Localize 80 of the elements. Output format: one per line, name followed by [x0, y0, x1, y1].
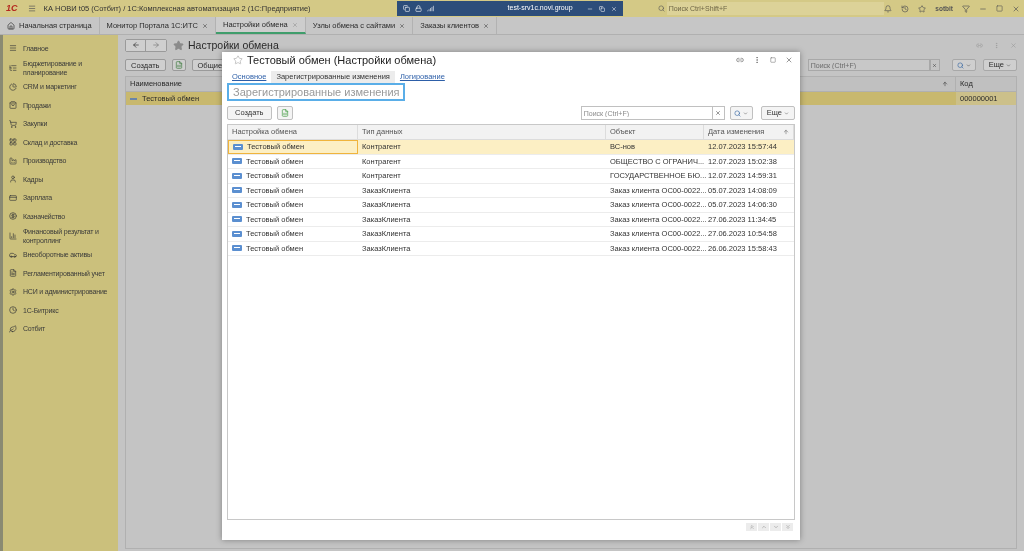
clear-button[interactable] [929, 59, 940, 71]
star-icon[interactable] [173, 39, 184, 51]
clock-icon [9, 306, 17, 315]
close-icon[interactable] [399, 22, 406, 29]
scroll-button[interactable] [758, 523, 769, 531]
close-icon [932, 62, 938, 68]
search-icon [734, 109, 742, 117]
document-icon [9, 269, 17, 278]
list-icon [9, 63, 17, 72]
more-icon[interactable] [753, 56, 761, 64]
home-icon [7, 21, 15, 30]
menu-icon[interactable] [27, 4, 36, 13]
chevron-up-icon [748, 524, 755, 530]
record-icon [232, 216, 242, 223]
arrow-right-icon [152, 41, 160, 49]
close-icon[interactable] [1012, 4, 1020, 13]
notification-icon[interactable] [884, 4, 893, 13]
search-icon [956, 61, 964, 69]
search-icon [657, 5, 665, 12]
forward-button[interactable] [146, 39, 166, 51]
caret-icon [1006, 62, 1011, 68]
record-icon [232, 245, 242, 252]
clear-button[interactable] [712, 106, 725, 120]
record-icon [232, 172, 242, 179]
maximize-icon[interactable] [770, 57, 776, 63]
card-icon [9, 193, 17, 202]
record-icon [232, 187, 242, 194]
caret-icon [784, 110, 789, 116]
record-icon [232, 158, 242, 165]
close-icon [715, 110, 722, 116]
chevron-up-icon [760, 524, 767, 530]
record-icon [232, 201, 242, 208]
cart-icon [9, 119, 17, 128]
caret-icon [965, 62, 971, 68]
record-icon [232, 230, 242, 237]
sort-icon [942, 81, 948, 87]
chevron-down-icon [784, 524, 791, 530]
search-button[interactable] [951, 59, 976, 71]
file-icon [174, 61, 183, 69]
coin-icon [9, 212, 17, 221]
file-icon [280, 109, 289, 117]
dialog-title: Тестовый обмен (Настройки обмена) [247, 52, 437, 68]
link-icon[interactable] [976, 41, 983, 49]
sort-icon [783, 129, 789, 135]
record-icon [233, 143, 243, 150]
copy-file-button[interactable] [171, 59, 186, 71]
close-icon[interactable] [483, 22, 490, 29]
lock-icon [414, 5, 422, 12]
app-logo: 1С [6, 1, 18, 15]
copy-file-button[interactable] [276, 106, 293, 120]
close-icon[interactable] [202, 22, 208, 29]
scroll-button[interactable] [770, 523, 781, 531]
caret-icon [743, 110, 749, 116]
car-icon [9, 250, 17, 259]
pie-chart-icon [9, 82, 17, 91]
person-icon [9, 175, 17, 184]
link-icon[interactable] [736, 56, 744, 64]
maximize-icon[interactable] [996, 5, 1003, 12]
back-button[interactable] [126, 39, 146, 51]
scroll-button[interactable] [746, 523, 757, 531]
bar-chart-icon [9, 231, 17, 240]
close-icon[interactable] [785, 56, 793, 64]
close-icon[interactable] [291, 21, 298, 28]
restore-icon[interactable] [598, 5, 605, 12]
star-icon[interactable] [233, 55, 243, 65]
grid-icon [9, 138, 17, 147]
factory-icon [9, 156, 17, 165]
scroll-button[interactable] [782, 523, 793, 531]
arrow-left-icon [131, 41, 140, 49]
favorites-icon[interactable] [918, 4, 927, 13]
bag-icon [9, 101, 17, 110]
record-icon [130, 97, 137, 100]
minimize-icon[interactable] [586, 5, 593, 12]
menu-icon [9, 44, 17, 53]
leaf-icon [9, 324, 17, 333]
search-button[interactable] [729, 106, 753, 120]
signal-icon [426, 5, 434, 12]
history-icon[interactable] [901, 4, 910, 13]
chevron-down-icon [772, 524, 779, 530]
form-title: Настройки обмена [188, 39, 279, 51]
